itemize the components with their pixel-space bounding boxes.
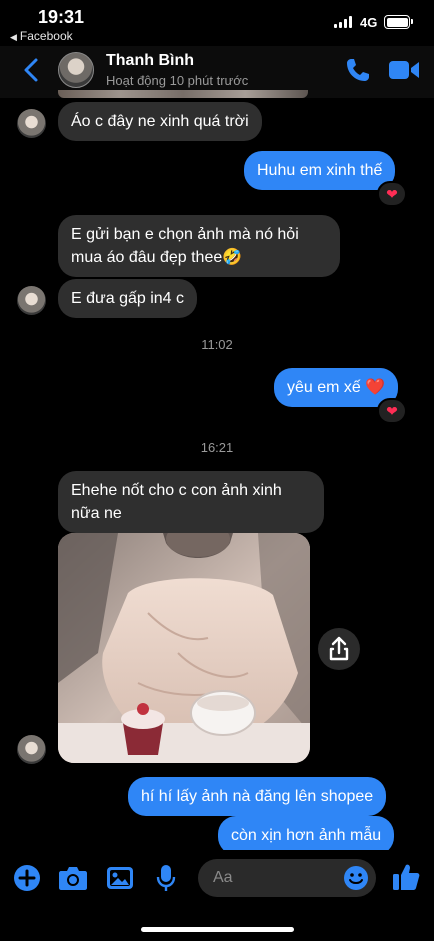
message-input-placeholder: Aa <box>213 869 233 886</box>
message-line: Ehehe nốt cho c con ảnh xinh <box>71 482 282 499</box>
message-line: mua áo đâu đẹp thee🤣 <box>71 249 243 266</box>
outgoing-message[interactable]: hí hí lấy ảnh nà đăng lên shopee <box>128 777 387 816</box>
network-type: 4G <box>360 15 378 30</box>
incoming-message[interactable]: E gửi bạn e chọn ảnh mà nó hỏi mua áo đâ… <box>58 215 340 277</box>
back-triangle-icon: ◀ <box>10 32 17 42</box>
heart-reaction-icon[interactable]: ❤ <box>377 181 407 207</box>
emoji-icon[interactable] <box>343 865 369 891</box>
message-input[interactable]: Aa <box>198 859 376 897</box>
phone-icon[interactable] <box>344 56 372 84</box>
contact-avatar-small <box>17 109 46 138</box>
contact-avatar-small <box>17 735 46 764</box>
message-line: nữa ne <box>71 505 122 522</box>
thumbs-up-icon[interactable] <box>392 862 420 892</box>
image-icon[interactable] <box>106 866 134 890</box>
back-chevron-icon[interactable] <box>18 56 46 84</box>
photo-attachment[interactable] <box>58 533 310 763</box>
timestamp-separator: 11:02 <box>201 337 233 352</box>
signal-icon <box>334 16 354 28</box>
home-indicator <box>141 927 294 932</box>
previous-photo-edge <box>58 90 308 98</box>
back-app-label: Facebook <box>19 29 73 43</box>
timestamp-separator: 16:21 <box>200 440 234 455</box>
status-bar: 19:31 ◀ Facebook 4G <box>0 0 434 48</box>
outgoing-message[interactable]: Huhu em xinh thế <box>244 151 396 190</box>
contact-avatar-small <box>17 286 46 315</box>
incoming-message[interactable]: Áo c đây ne xinh quá trời <box>58 102 262 141</box>
photo-image <box>58 533 310 763</box>
contact-avatar[interactable] <box>58 52 94 88</box>
share-icon <box>329 636 349 661</box>
video-camera-icon[interactable] <box>388 58 420 82</box>
back-to-app-link[interactable]: ◀ Facebook <box>10 29 73 43</box>
status-time: 19:31 <box>38 7 85 27</box>
share-button[interactable] <box>318 628 360 670</box>
contact-name[interactable]: Thanh Bình <box>106 52 194 70</box>
microphone-icon[interactable] <box>156 864 176 892</box>
plus-icon[interactable] <box>13 864 41 892</box>
incoming-message[interactable]: E đưa gấp in4 c <box>58 279 198 318</box>
camera-icon[interactable] <box>58 865 88 891</box>
contact-activity-status: Hoạt động 10 phút trước <box>106 73 249 88</box>
incoming-message[interactable]: Ehehe nốt cho c con ảnh xinh nữa ne <box>58 471 324 533</box>
message-line: E gửi bạn e chọn ảnh mà nó hỏi <box>71 226 299 243</box>
message-composer: Aa <box>0 850 434 910</box>
heart-reaction-icon[interactable]: ❤ <box>377 398 407 424</box>
battery-icon <box>384 15 413 29</box>
